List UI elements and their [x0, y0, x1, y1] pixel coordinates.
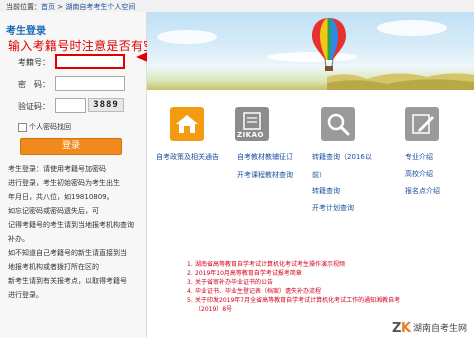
note-line: 考生登录：请使用考籍号加密码 [8, 165, 106, 173]
policy-link[interactable]: 自考政策及相关通告 [156, 152, 219, 162]
news-item[interactable]: 1. 湖南省高等教育自学考试计算机化考试考生操作演示视频 [187, 260, 447, 269]
major-tile[interactable] [405, 107, 439, 141]
breadcrumb-prefix: 当前位置： [6, 3, 41, 11]
textbook-order-link[interactable]: 自考教材教辅征订 [237, 152, 293, 162]
zikao-logo-text: ZIKAO [237, 131, 264, 139]
watermark-text: 湖南自考生网 [413, 324, 468, 334]
captcha-label: 验证码： [18, 102, 50, 111]
news-item[interactable]: 3. 关于省审补办毕业证书的公告 [187, 278, 447, 287]
captcha-image[interactable]: 3889 [88, 98, 124, 112]
breadcrumb-separator: > [55, 3, 66, 11]
policy-tile[interactable] [170, 107, 204, 141]
watermark-logo: Z K 湖南自考生网 [392, 318, 472, 336]
signup-point-link[interactable]: 报名点介绍 [405, 186, 440, 196]
forgot-password-link[interactable]: 个人密码找回 [29, 122, 71, 132]
news-item-cont[interactable]: 〔2019〕8号 [187, 305, 447, 314]
note-line: 如忘记密码或密码遗失后，可 [8, 207, 99, 215]
zikao-tile[interactable]: ZIKAO [235, 107, 269, 141]
banner-image [147, 12, 474, 90]
news-list: 1. 湖南省高等教育自学考试计算机化考试考生操作演示视频 2. 2019年10月高等… [187, 260, 447, 314]
exam-id-input[interactable] [55, 54, 125, 69]
transfer-query-new-link[interactable]: 转籍查询 [312, 186, 340, 196]
home-icon [176, 115, 198, 133]
news-item[interactable]: 4. 毕业证书、毕业生登记表（档案）遗失补办流程 [187, 287, 447, 296]
transfer-query-link[interactable]: 转籍查询（2016以 [312, 152, 372, 162]
breadcrumb-section-link[interactable]: 湖南自考考生个人空间 [65, 3, 135, 11]
zk-logo-icon: Z K [392, 321, 412, 335]
login-notes: 考生登录：请使用考籍号加密码 进行登录，考生初始密码为考生出生 年月日，共八位，… [8, 162, 140, 302]
note-line: 年月日，共八位，如19810809。 [8, 193, 114, 201]
note-line: 进行登录。 [8, 291, 43, 299]
college-intro-link[interactable]: 高校介绍 [405, 169, 433, 179]
login-button[interactable]: 登录 [20, 138, 122, 155]
major-intro-link[interactable]: 专业介绍 [405, 152, 433, 162]
transfer-tile[interactable] [321, 107, 355, 141]
note-line: 地报考机构或者拨打所在区的 [8, 263, 99, 271]
grass-decoration [327, 73, 474, 90]
breadcrumb-home-link[interactable]: 首页 [41, 3, 55, 11]
transfer-query-link-cont[interactable]: 前） [312, 170, 326, 180]
password-label: 密 码： [18, 80, 50, 89]
captcha-input[interactable] [55, 98, 86, 113]
password-input[interactable] [55, 76, 125, 91]
svg-text:K: K [401, 321, 412, 335]
note-line: 新考生请到有关报考点，以取得考籍号 [8, 277, 127, 285]
course-textbook-link[interactable]: 开考课程教材查询 [237, 170, 293, 180]
forgot-password-checkbox[interactable] [18, 123, 27, 132]
note-line: 如不知道自己考籍号的新生请直接到当 [8, 249, 127, 257]
note-line: 补办。 [8, 235, 29, 243]
edit-icon [412, 114, 434, 134]
breadcrumb: 当前位置：首页 > 湖南自考考生个人空间 [6, 2, 135, 12]
note-line: 记得考籍号的考生请到当地报考机构查询 [8, 221, 134, 229]
news-item[interactable]: 2. 2019年10月高等教育自学考试报考简章 [187, 269, 447, 278]
id-label: 考籍号： [18, 58, 50, 67]
login-title: 考生登录 [6, 26, 46, 37]
hot-air-balloon-icon [312, 18, 346, 71]
search-icon [327, 113, 350, 136]
note-line: 进行登录，考生初始密码为考生出生 [8, 179, 120, 187]
news-item[interactable]: 5. 关于印发2019年7月全省高等教育自学考试计算机化考试工作的通知湘教自考 [187, 296, 447, 305]
exam-plan-link[interactable]: 开考计划查询 [312, 203, 354, 213]
